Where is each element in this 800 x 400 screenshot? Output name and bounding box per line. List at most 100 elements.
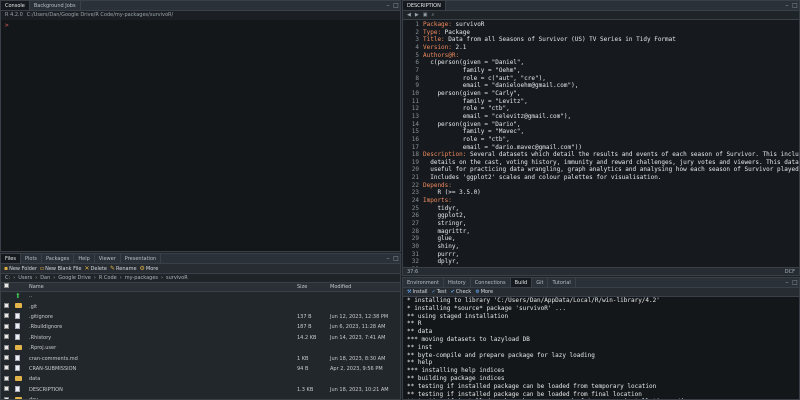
build-output[interactable]: * installing to library 'C:/Users/Dan/Ap… [403,297,799,399]
minimize-icon[interactable]: – [384,1,392,10]
tab-connections[interactable]: Connections [471,278,511,287]
file-name[interactable]: DESCRIPTION [29,385,297,395]
delete-button[interactable]: ✕ Delete [85,265,107,272]
line-number: 22 [411,181,419,189]
tab-build[interactable]: Build [510,278,533,287]
breadcrumb-item[interactable]: survivoR [166,274,188,282]
file-modified: Jun 6, 2023, 11:28 AM [330,324,386,331]
install-button[interactable]: ⚒ Install [407,289,428,295]
breadcrumb-item[interactable]: Google Drive [58,274,91,282]
code-line: 10 person(given = "Carly", [403,90,799,98]
table-row[interactable]: .Rhistory 14.2 KB Jun 14, 2023, 7:41 AM [1,333,400,343]
forward-arrow-icon[interactable]: ▶ [415,12,419,18]
table-row-parent[interactable]: ⬆ .. [1,291,400,301]
breadcrumb-item[interactable]: R Code [99,274,117,282]
table-row[interactable]: data [1,374,400,384]
file-name[interactable]: .Rhistory [29,333,297,343]
check-button[interactable]: ✔ Check [451,289,472,295]
tab-plots[interactable]: Plots [21,254,43,263]
column-header-modified[interactable]: Modified [330,283,400,292]
build-pane: Environment History Connections Build Gi… [402,277,800,400]
tab-help[interactable]: Help [74,254,95,263]
tab-description-file[interactable]: DESCRIPTION [403,1,446,10]
minimize-icon[interactable]: – [384,254,392,263]
file-modified: Jun 12, 2023, 12:38 PM [330,313,389,320]
tab-console[interactable]: Console [1,1,30,10]
breadcrumb-item[interactable]: my-packages [125,274,158,282]
up-arrow-icon: ⬆ [15,292,21,301]
test-button[interactable]: ✓ Test [432,289,447,295]
tab-files[interactable]: Files [1,254,21,263]
tab-background-jobs[interactable]: Background Jobs [30,1,81,10]
field-value: family = "Levitz", [423,97,528,105]
breadcrumb-item[interactable]: Users [18,274,32,282]
row-checkbox[interactable] [4,323,9,329]
tab-packages[interactable]: Packages [42,254,75,263]
console-output[interactable]: > [1,20,400,31]
back-arrow-icon[interactable]: ◀ [407,12,411,18]
table-row[interactable]: dev [1,395,400,399]
file-name[interactable]: .Rbuildignore [29,322,297,332]
field-value: magrittr, [423,227,470,235]
row-checkbox[interactable] [4,375,9,381]
new-blank-file-button[interactable]: ▫ New Blank File [40,265,81,272]
file-name[interactable]: CRAN-SUBMISSION [29,364,297,374]
row-checkbox[interactable] [4,303,9,309]
row-checkbox[interactable] [4,344,9,350]
more-build-button[interactable]: ⚙ More [475,289,493,295]
parent-directory-link[interactable]: .. [29,291,297,301]
minimize-icon[interactable]: – [783,278,791,287]
row-checkbox[interactable] [4,365,9,371]
more-button[interactable]: ⚙ More [140,265,159,272]
table-row[interactable]: cran-comments.md 1 KB Jun 18, 2023, 8:30 A… [1,353,400,363]
maximize-icon[interactable]: □ [791,1,799,10]
file-name[interactable]: .git [29,301,297,311]
breadcrumb-item[interactable]: Dan [40,274,50,282]
new-folder-button[interactable]: ▪ New Folder [4,265,37,272]
file-type-label[interactable]: DCF [785,268,795,275]
breadcrumb-item[interactable]: C: [5,274,10,282]
working-directory-path[interactable]: C:/Users/Dan/Google Drive/R Code/my-pack… [27,11,173,20]
table-row[interactable]: .gitignore 137 B Jun 12, 2023, 12:38 PM [1,312,400,322]
code-line: 20 useful for practicing data wrangling,… [403,166,799,174]
maximize-icon[interactable]: □ [791,278,799,287]
tab-history[interactable]: History [444,278,471,287]
file-name[interactable]: dev [29,395,297,399]
rename-button[interactable]: ✎ Rename [110,265,137,272]
file-name[interactable]: data [29,374,297,384]
row-checkbox[interactable] [4,313,9,319]
field-value: purrr, [423,250,460,258]
maximize-icon[interactable]: □ [392,1,400,10]
row-checkbox[interactable] [4,396,9,399]
file-name[interactable]: .Rproj.user [29,343,297,353]
file-name[interactable]: cran-comments.md [29,353,297,363]
select-all-checkbox[interactable] [4,283,9,289]
code-line: 27 stringr, [403,220,799,228]
line-number: 1 [415,21,419,28]
search-icon[interactable]: ⌕ [431,12,434,18]
line-number: 16 [411,135,419,143]
install-label: Install [412,289,428,295]
tab-viewer[interactable]: Viewer [95,254,121,263]
table-row[interactable]: .Rproj.user [1,343,400,353]
tab-git[interactable]: Git [532,278,549,287]
table-row[interactable]: CRAN-SUBMISSION 94 B Apr 2, 2023, 9:56 PM [1,364,400,374]
table-row[interactable]: DESCRIPTION 1.3 KB Jun 18, 2023, 10:21 AM [1,385,400,395]
line-number: 9 [415,82,419,90]
column-header-size[interactable]: Size [297,283,330,292]
save-icon[interactable]: ▣ [423,12,428,18]
maximize-icon[interactable]: □ [392,254,400,263]
row-checkbox[interactable] [4,334,9,340]
table-row[interactable]: .git [1,301,400,311]
code-editor[interactable]: 1 Package: survivoR 2 Type: Package 3 Title: … [403,20,799,275]
tab-presentation[interactable]: Presentation [121,254,162,263]
row-checkbox[interactable] [4,386,9,392]
build-output-line: ** R [407,320,422,328]
table-row[interactable]: .Rbuildignore 187 B Jun 6, 2023, 11:28 AM [1,322,400,332]
column-header-name[interactable]: Name [29,283,297,292]
minimize-icon[interactable]: – [783,1,791,10]
tab-environment[interactable]: Environment [403,278,444,287]
file-name[interactable]: .gitignore [29,312,297,322]
row-checkbox[interactable] [4,355,9,361]
tab-tutorial[interactable]: Tutorial [548,278,576,287]
